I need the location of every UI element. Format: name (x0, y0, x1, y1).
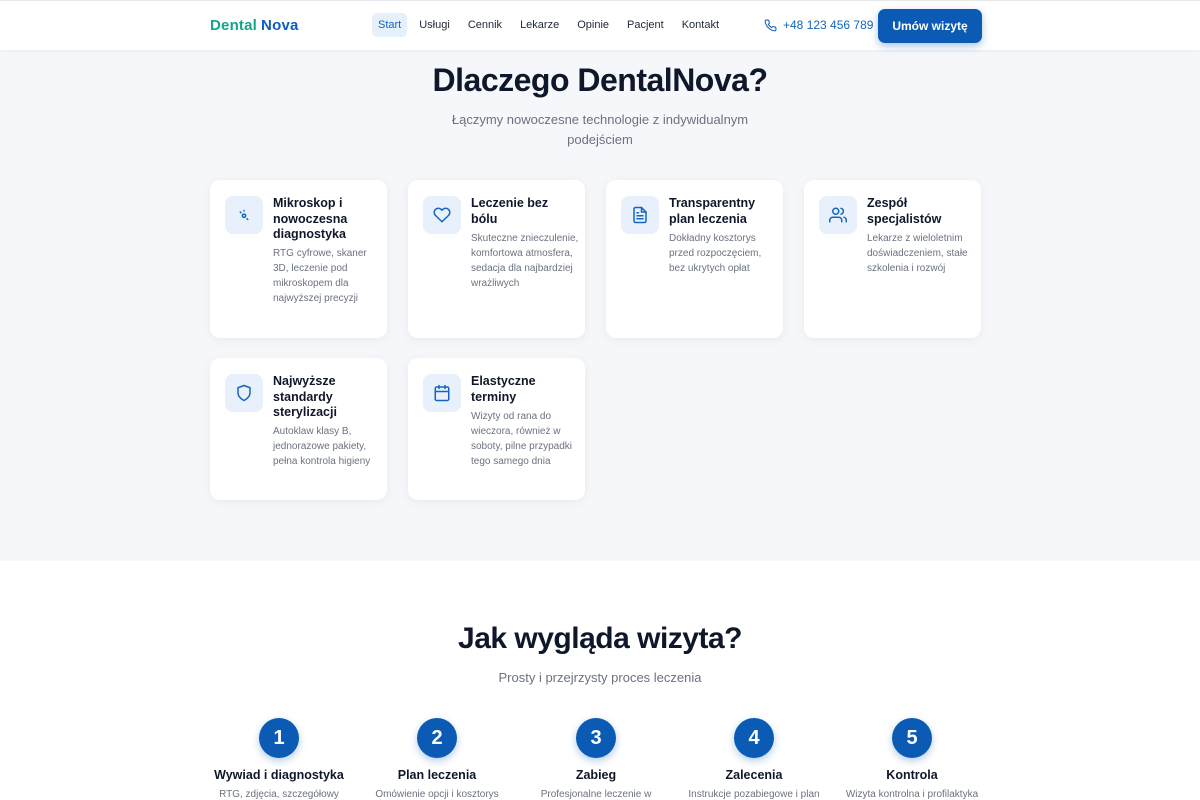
feature-card-desc: Autoklaw klasy B, jednorazowe pakiety, p… (273, 426, 371, 467)
logo-part-nova: Nova (261, 17, 299, 34)
nav-item-start[interactable]: Start (372, 13, 408, 37)
why-title: Dlaczego DentalNova? (432, 62, 768, 98)
feature-card-title: Elastyczne terminy (471, 374, 536, 404)
step-number: 4 (734, 718, 774, 758)
nav-item-cennik[interactable]: Cennik (462, 13, 508, 37)
step-desc: Wizyta kontrolna i profilaktyka (845, 789, 979, 800)
feature-card-desc: RTG cyfrowe, skaner 3D, leczenie pod mik… (273, 248, 367, 304)
feature-card-title: Mikroskop i nowoczesna diagnostyka (273, 196, 348, 241)
feature-card-team: Zespół specjalistów Lekarze z wieloletni… (804, 180, 981, 338)
process-step: 2 Plan leczenia Omówienie opcji i koszto… (357, 718, 517, 800)
step-title: Zalecenia (725, 768, 783, 782)
step-title: Kontrola (886, 768, 938, 782)
step-desc: Omówienie opcji i kosztorys (375, 789, 499, 800)
feature-card-transparent-plan: Transparentny plan leczenia Dokładny kos… (606, 180, 783, 338)
document-icon (621, 196, 659, 234)
step-title: Wywiad i diagnostyka (214, 768, 344, 782)
phone-icon (764, 19, 777, 31)
step-number: 2 (417, 718, 457, 758)
heart-icon (423, 196, 461, 234)
phone-number: +48 123 456 789 (783, 18, 874, 32)
feature-card-desc: Wizyty od rana do wieczora, również w so… (471, 411, 572, 467)
logo-part-dental: Dental (210, 17, 258, 34)
step-desc: RTG, zdjęcia, szczegółowy (219, 789, 339, 800)
feature-card-title: Zespół specjalistów (867, 196, 942, 226)
shield-icon (225, 374, 263, 412)
feature-card-painless: Leczenie bez bólu Skuteczne znieczulenie… (408, 180, 585, 338)
step-desc: Instrukcje pozabiegowe i plan (688, 789, 820, 800)
process-step: 5 Kontrola Wizyta kontrolna i profilakty… (832, 718, 992, 800)
users-icon (819, 196, 857, 234)
visit-subtitle: Prosty i przejrzysty proces leczenia (498, 670, 702, 685)
feature-card-sterilization: Najwyższe standardy sterylizacji Autokla… (210, 358, 387, 500)
nav-item-opinie[interactable]: Opinie (571, 13, 615, 37)
feature-card-title: Transparentny plan leczenia (669, 196, 756, 226)
main-nav: Start Usługi Cennik Lekarze Opinie Pacje… (372, 13, 725, 37)
step-desc: Profesjonalne leczenie w (540, 789, 652, 800)
feature-card-desc: Dokładny kosztorys przed rozpoczęciem, b… (669, 233, 762, 274)
logo[interactable]: Dental Nova (210, 17, 299, 34)
step-number: 1 (259, 718, 299, 758)
process-step: 4 Zalecenia Instrukcje pozabiegowe i pla… (674, 718, 834, 800)
process-step: 3 Zabieg Profesjonalne leczenie w (516, 718, 676, 800)
feature-card-title: Leczenie bez bólu (471, 196, 549, 226)
step-title: Zabieg (575, 768, 617, 782)
nav-item-pacjent[interactable]: Pacjent (621, 13, 670, 37)
visit-title: Jak wygląda wizyta? (458, 622, 742, 655)
step-number: 5 (892, 718, 932, 758)
feature-card-desc: Skuteczne znieczulenie, komfortowa atmos… (471, 233, 579, 289)
step-title: Plan leczenia (397, 768, 477, 782)
site-header: Dental Nova Start Usługi Cennik Lekarze O… (0, 0, 1200, 50)
nav-item-lekarze[interactable]: Lekarze (514, 13, 565, 37)
step-number: 3 (576, 718, 616, 758)
nav-item-kontakt[interactable]: Kontakt (676, 13, 725, 37)
microscope-icon (225, 196, 263, 234)
phone-link[interactable]: +48 123 456 789 (764, 18, 873, 32)
process-step: 1 Wywiad i diagnostyka RTG, zdjęcia, szc… (199, 718, 359, 800)
feature-card-flexible-hours: Elastyczne terminy Wizyty od rana do wie… (408, 358, 585, 500)
why-subtitle: Łączymy nowoczesne technologie z indywid… (451, 112, 749, 147)
calendar-icon (423, 374, 461, 412)
feature-card-desc: Lekarze z wieloletnim doświadczeniem, st… (867, 233, 968, 274)
feature-card-title: Najwyższe standardy sterylizacji (273, 374, 337, 419)
nav-item-uslugi[interactable]: Usługi (413, 13, 456, 37)
feature-card-microscope: Mikroskop i nowoczesna diagnostyka RTG c… (210, 180, 387, 338)
book-visit-button[interactable]: Umów wizytę (878, 9, 982, 43)
